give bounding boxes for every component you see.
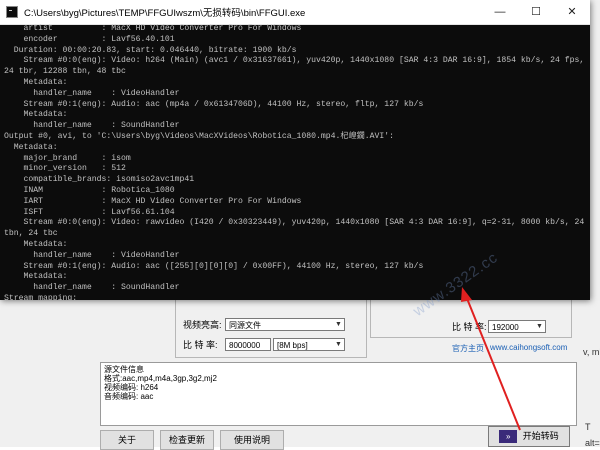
console-line: Stream mapping:: [4, 293, 78, 300]
console-title: C:\Users\byg\Pictures\TEMP\FFGUIwszm\无损转…: [24, 8, 306, 19]
minimize-icon[interactable]: —: [482, 0, 518, 24]
video-bitrate-label: 比 特 率:: [183, 340, 218, 350]
console-line: Stream #0:0(eng): Video: rawvideo (I420 …: [4, 218, 585, 228]
console-line: handler_name : SoundHandler: [4, 121, 180, 131]
console-line: minor_version : 512: [4, 164, 126, 174]
audio-bitrate-combo[interactable]: 192000 ▼: [488, 320, 546, 333]
chevron-down-icon: ▼: [335, 341, 342, 348]
console-line: Metadata:: [4, 272, 68, 282]
video-size-value: 同源文件: [229, 321, 261, 330]
source-info-video-codec: 视频编码: h264: [104, 383, 159, 392]
console-line: Duration: 00:00:20.83, start: 0.046440, …: [4, 45, 297, 55]
console-app-icon: [6, 6, 18, 18]
double-arrow-icon: »: [499, 430, 518, 444]
console-line: tbn, 24 tbc: [4, 229, 58, 239]
video-size-combo[interactable]: 同源文件 ▼: [225, 318, 345, 331]
console-line: handler_name : SoundHandler: [4, 283, 180, 293]
homepage-label: 官方主页: [452, 344, 484, 353]
chevron-down-icon: ▼: [335, 321, 342, 328]
clipped-text-3: T: [585, 422, 591, 432]
console-line: Metadata:: [4, 239, 68, 249]
console-line: artist : MacX HD Video Converter Pro For…: [4, 24, 302, 33]
video-bitrate-input[interactable]: 8000000: [225, 338, 271, 351]
start-convert-label: 开始转码: [522, 431, 559, 441]
video-bitrate-value: 8000000: [229, 341, 261, 350]
console-line: Metadata:: [4, 110, 68, 120]
check-update-button[interactable]: 检查更新: [160, 430, 214, 450]
console-line: Metadata:: [4, 77, 68, 87]
homepage-link[interactable]: www.caihongsoft.com: [490, 343, 567, 352]
console-line: Metadata:: [4, 142, 58, 152]
console-line: Output #0, avi, to 'C:\Users\byg\Videos\…: [4, 131, 395, 141]
console-line: INAM : Robotica_1080: [4, 185, 175, 195]
console-line: Stream #0:1(eng): Audio: aac (mp4a / 0x6…: [4, 99, 424, 109]
audio-bitrate-value: 192000: [492, 323, 519, 332]
video-bitrate-unit: [8M bps]: [277, 341, 308, 350]
about-button[interactable]: 关于: [100, 430, 154, 450]
help-button[interactable]: 使用说明: [220, 430, 284, 450]
source-info-format: 格式:aac,mp4,m4a,3gp,3g2,mj2: [104, 374, 217, 383]
audio-bitrate-label: 比 特 率:: [452, 322, 487, 332]
console-line: compatible_brands: isomiso2avc1mp41: [4, 175, 195, 185]
console-window: C:\Users\byg\Pictures\TEMP\FFGUIwszm\无损转…: [0, 0, 590, 300]
source-info-title: 源文件信息: [104, 365, 144, 374]
video-size-label: 视频亮高:: [183, 320, 222, 330]
console-titlebar[interactable]: C:\Users\byg\Pictures\TEMP\FFGUIwszm\无损转…: [0, 0, 590, 25]
console-line: ISFT : Lavf56.61.104: [4, 207, 175, 217]
console-line: handler_name : VideoHandler: [4, 88, 180, 98]
maximize-icon[interactable]: ☐: [518, 0, 554, 24]
clipped-text-1: v, mk: [583, 347, 600, 357]
start-convert-button[interactable]: » 开始转码: [488, 426, 570, 447]
console-line: 24 tbr, 12288 tbn, 48 tbc: [4, 67, 126, 77]
console-line: encoder : Lavf56.40.101: [4, 34, 175, 44]
console-line: major_brand : isom: [4, 153, 131, 163]
source-info-audio-codec: 音频编码: aac: [104, 392, 154, 401]
console-line: Stream #0:0(eng): Video: h264 (Main) (av…: [4, 56, 585, 66]
console-line: IART : MacX HD Video Converter Pro For W…: [4, 196, 302, 206]
video-bitrate-unit-combo[interactable]: [8M bps] ▼: [273, 338, 345, 351]
close-icon[interactable]: ✕: [554, 0, 590, 24]
source-info-box: [100, 362, 577, 426]
chevron-down-icon: ▼: [536, 323, 543, 330]
